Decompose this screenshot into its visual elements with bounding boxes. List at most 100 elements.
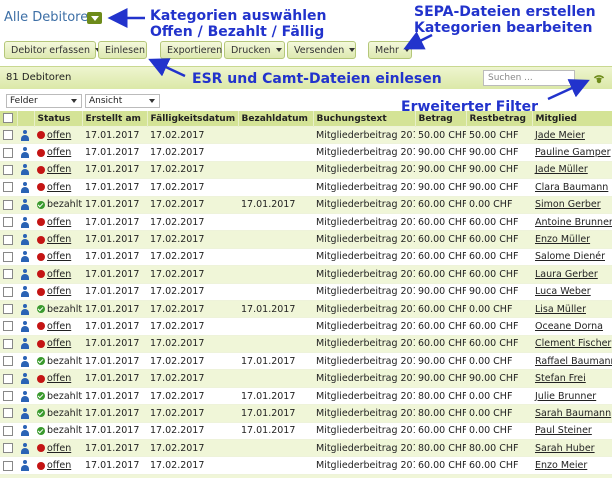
member-link[interactable]: Julie Brunner: [535, 391, 596, 402]
einlesen-button[interactable]: Einlesen: [98, 41, 147, 59]
user-icon[interactable]: [20, 234, 30, 245]
member-link[interactable]: Antoine Brunner: [535, 217, 612, 228]
status-text[interactable]: offen: [47, 182, 71, 193]
drucken-button[interactable]: Drucken: [224, 41, 285, 59]
row-checkbox[interactable]: [3, 356, 13, 366]
exportieren-button[interactable]: Exportieren: [160, 41, 222, 59]
search-input[interactable]: [483, 70, 575, 86]
header-erstellt[interactable]: Erstellt am: [82, 111, 147, 127]
user-icon[interactable]: [20, 321, 30, 332]
select-all-checkbox[interactable]: [3, 113, 13, 123]
user-icon[interactable]: [20, 425, 30, 436]
header-bezahldatum[interactable]: Bezahldatum: [238, 111, 313, 127]
user-icon[interactable]: [20, 443, 30, 454]
table-row[interactable]: bezahlt17.01.201717.02.201717.01.2017Mit…: [0, 422, 612, 439]
row-checkbox[interactable]: [3, 217, 13, 227]
row-checkbox[interactable]: [3, 269, 13, 279]
row-checkbox[interactable]: [3, 426, 13, 436]
table-row[interactable]: offen17.01.201717.02.2017Mitgliederbeitr…: [0, 127, 612, 144]
filter-icon[interactable]: [592, 71, 606, 85]
status-text[interactable]: offen: [47, 443, 71, 454]
header-mitglied[interactable]: Mitglied: [532, 111, 612, 127]
user-icon[interactable]: [20, 217, 30, 228]
user-icon[interactable]: [20, 356, 30, 367]
row-checkbox[interactable]: [3, 374, 13, 384]
status-text[interactable]: offen: [47, 286, 71, 297]
member-link[interactable]: Clement Fischer: [535, 338, 611, 349]
table-row[interactable]: offen17.01.201717.02.2017Mitgliederbeitr…: [0, 213, 612, 230]
row-checkbox[interactable]: [3, 252, 13, 262]
table-row[interactable]: bezahlt17.01.201717.02.201717.01.2017Mit…: [0, 196, 612, 213]
table-row[interactable]: offen17.01.201717.02.2017Mitgliederbeitr…: [0, 144, 612, 161]
table-row[interactable]: offen17.01.201717.02.2017Mitgliederbeitr…: [0, 179, 612, 196]
user-icon[interactable]: [20, 199, 30, 210]
member-link[interactable]: Pauline Gamper: [535, 147, 611, 158]
page-title[interactable]: Alle Debitoren: [4, 10, 96, 25]
member-link[interactable]: Enzo Meier: [535, 460, 587, 471]
table-row[interactable]: bezahlt17.01.201717.02.201717.01.2017Mit…: [0, 300, 612, 317]
status-text[interactable]: offen: [47, 130, 71, 141]
user-icon[interactable]: [20, 147, 30, 158]
status-text[interactable]: offen: [47, 269, 71, 280]
member-link[interactable]: Clara Baumann: [535, 182, 608, 193]
row-checkbox[interactable]: [3, 443, 13, 453]
member-link[interactable]: Simon Gerber: [535, 199, 601, 210]
user-icon[interactable]: [20, 251, 30, 262]
table-row[interactable]: bezahlt17.01.201717.02.201717.01.2017Mit…: [0, 387, 612, 404]
table-row[interactable]: offen17.01.201717.02.2017Mitgliederbeitr…: [0, 283, 612, 300]
user-icon[interactable]: [20, 164, 30, 175]
member-link[interactable]: Sarah Huber: [535, 443, 595, 454]
table-row[interactable]: bezahlt17.01.201717.02.201717.01.2017Mit…: [0, 353, 612, 370]
member-link[interactable]: Sarah Baumann: [535, 408, 611, 419]
row-checkbox[interactable]: [3, 321, 13, 331]
member-link[interactable]: Stefan Frei: [535, 373, 586, 384]
table-row[interactable]: offen17.01.201717.02.2017Mitgliederbeitr…: [0, 161, 612, 178]
ansicht-select[interactable]: Ansicht: [85, 94, 160, 108]
member-link[interactable]: Lisa Müller: [535, 304, 586, 315]
row-checkbox[interactable]: [3, 130, 13, 140]
table-row[interactable]: offen17.01.201717.02.2017Mitgliederbeitr…: [0, 266, 612, 283]
header-faelligkeit[interactable]: Fälligkeitsdatum: [147, 111, 238, 127]
status-text[interactable]: offen: [47, 338, 71, 349]
member-link[interactable]: Salome Dienér: [535, 251, 605, 262]
table-row[interactable]: offen17.01.201717.02.2017Mitgliederbeitr…: [0, 231, 612, 248]
table-row[interactable]: offen17.01.201717.02.2017Mitgliederbeitr…: [0, 440, 612, 457]
member-link[interactable]: Oceane Dorna: [535, 321, 603, 332]
user-icon[interactable]: [20, 373, 30, 384]
table-row[interactable]: offen17.01.201717.02.2017Mitgliederbeitr…: [0, 370, 612, 387]
felder-select[interactable]: Felder: [6, 94, 82, 108]
user-icon[interactable]: [20, 269, 30, 280]
member-link[interactable]: Laura Gerber: [535, 269, 598, 280]
member-link[interactable]: Jade Meier: [535, 130, 585, 141]
status-text[interactable]: offen: [47, 147, 71, 158]
row-checkbox[interactable]: [3, 391, 13, 401]
table-row[interactable]: offen17.01.201717.02.2017Mitgliederbeitr…: [0, 248, 612, 265]
status-text[interactable]: offen: [47, 251, 71, 262]
row-checkbox[interactable]: [3, 200, 13, 210]
row-checkbox[interactable]: [3, 182, 13, 192]
table-row[interactable]: offen17.01.201717.02.2017Mitgliederbeitr…: [0, 335, 612, 352]
versenden-button[interactable]: Versenden: [287, 41, 356, 59]
row-checkbox[interactable]: [3, 461, 13, 471]
debitor-erfassen-button[interactable]: Debitor erfassen: [4, 41, 96, 59]
header-status[interactable]: Status: [34, 111, 82, 127]
table-row[interactable]: offen17.01.201717.02.2017Mitgliederbeitr…: [0, 318, 612, 335]
table-row[interactable]: bezahlt17.01.201717.02.201717.01.2017Mit…: [0, 405, 612, 422]
row-checkbox[interactable]: [3, 339, 13, 349]
status-text[interactable]: offen: [47, 234, 71, 245]
header-buchungstext[interactable]: Buchungstext: [313, 111, 415, 127]
member-link[interactable]: Enzo Müller: [535, 234, 590, 245]
member-link[interactable]: Paul Steiner: [535, 425, 592, 436]
user-icon[interactable]: [20, 286, 30, 297]
status-text[interactable]: offen: [47, 460, 71, 471]
user-icon[interactable]: [20, 304, 30, 315]
member-link[interactable]: Luca Weber: [535, 286, 591, 297]
category-dropdown-button[interactable]: [87, 12, 102, 24]
row-checkbox[interactable]: [3, 287, 13, 297]
table-row[interactable]: offen17.01.201717.02.2017Mitgliederbeitr…: [0, 457, 612, 474]
row-checkbox[interactable]: [3, 165, 13, 175]
row-checkbox[interactable]: [3, 408, 13, 418]
mehr-button[interactable]: Mehr: [368, 41, 412, 59]
row-checkbox[interactable]: [3, 235, 13, 245]
user-icon[interactable]: [20, 408, 30, 419]
